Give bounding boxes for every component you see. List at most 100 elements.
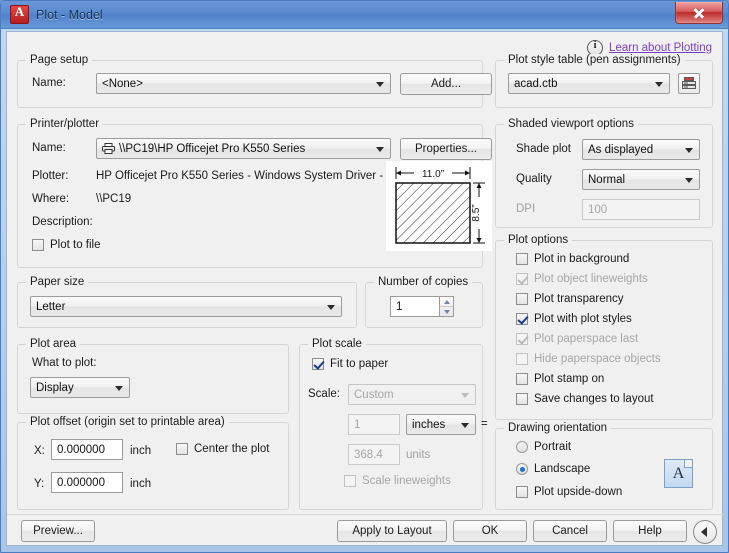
chevron-left-icon[interactable] xyxy=(693,520,717,544)
orientation-preview-icon: A xyxy=(664,459,693,488)
plot-transparency-label: Plot transparency xyxy=(534,293,624,305)
plot-in-background-checkbox[interactable]: Plot in background xyxy=(516,253,629,265)
window-title: Plot - Model xyxy=(36,7,103,22)
cancel-button[interactable]: Cancel xyxy=(533,520,607,542)
stepper-up[interactable] xyxy=(440,297,453,307)
checkbox-box xyxy=(312,358,324,370)
checkbox-box xyxy=(516,353,528,365)
scale-denominator-input[interactable]: 368.4 xyxy=(348,444,400,465)
learn-about-plotting-label: Learn about Plotting xyxy=(609,42,712,54)
scale-numerator-input[interactable]: 1 xyxy=(348,414,400,435)
page-setup-legend: Page setup xyxy=(26,54,93,66)
hide-paperspace-objects-label: Hide paperspace objects xyxy=(534,353,661,365)
scale-lineweights-checkbox[interactable]: Scale lineweights xyxy=(344,475,451,487)
ok-button[interactable]: OK xyxy=(453,520,527,542)
plot-scale-legend: Plot scale xyxy=(308,338,366,350)
page-setup-name-combo[interactable]: <None> xyxy=(96,73,391,94)
what-to-plot-value: Display xyxy=(36,381,74,394)
plot-object-lineweights-label: Plot object lineweights xyxy=(534,273,648,285)
plot-with-plot-styles-checkbox[interactable]: Plot with plot styles xyxy=(516,313,632,325)
where-label: Where: xyxy=(32,193,70,205)
plot-stamp-on-checkbox[interactable]: Plot stamp on xyxy=(516,373,604,385)
fit-to-paper-checkbox[interactable]: Fit to paper xyxy=(312,358,388,370)
drawing-orientation-group: Drawing orientation Portrait Landscape P… xyxy=(495,422,713,510)
offset-x-label: X: xyxy=(34,445,45,457)
printer-plotter-legend: Printer/plotter xyxy=(26,118,104,130)
orientation-preview-letter: A xyxy=(672,464,685,482)
plot-style-edit-icon[interactable] xyxy=(678,73,700,94)
scale-combo[interactable]: Custom xyxy=(348,384,476,405)
footer-divider xyxy=(7,514,724,515)
offset-x-unit: inch xyxy=(130,445,152,457)
paper-size-group: Paper size Letter xyxy=(17,276,357,328)
plot-to-file-checkbox[interactable]: Plot to file xyxy=(32,239,101,251)
plot-style-table-value: acad.ctb xyxy=(514,77,558,90)
chevron-down-icon xyxy=(376,146,384,152)
scale-unit-combo[interactable]: inches xyxy=(406,414,476,435)
landscape-radio[interactable]: Landscape xyxy=(516,463,590,475)
center-the-plot-checkbox[interactable]: Center the plot xyxy=(176,443,269,455)
offset-y-input[interactable]: 0.000000 xyxy=(51,472,123,493)
quality-combo[interactable]: Normal xyxy=(582,169,700,190)
copies-stepper[interactable] xyxy=(440,296,454,317)
plotter-value: HP Officejet Pro K550 Series - Windows S… xyxy=(96,170,396,182)
plot-upside-down-checkbox[interactable]: Plot upside-down xyxy=(516,486,622,498)
offset-x-input[interactable]: 0.000000 xyxy=(51,439,123,460)
fit-to-paper-label: Fit to paper xyxy=(330,358,389,370)
drawing-orientation-legend: Drawing orientation xyxy=(504,422,612,434)
shade-plot-value: As displayed xyxy=(588,143,654,156)
copies-legend: Number of copies xyxy=(374,276,473,288)
plot-style-table-group: Plot style table (pen assignments) acad.… xyxy=(495,54,713,108)
paper-preview: 11.0” 8.5” xyxy=(386,161,492,251)
checkbox-box xyxy=(516,313,528,325)
plot-object-lineweights-checkbox: Plot object lineweights xyxy=(516,273,648,285)
shaded-viewport-group: Shaded viewport options Shade plot As di… xyxy=(495,118,713,228)
scale-lineweights-label: Scale lineweights xyxy=(362,475,451,487)
dialog-client-area: Learn about Plotting Page setup Name: <N… xyxy=(6,31,724,546)
save-changes-to-layout-label: Save changes to layout xyxy=(534,393,654,405)
chevron-down-icon xyxy=(461,422,469,428)
what-to-plot-combo[interactable]: Display xyxy=(30,377,130,398)
scale-equals: = xyxy=(481,418,488,430)
apply-to-layout-button[interactable]: Apply to Layout xyxy=(337,520,447,542)
checkbox-box xyxy=(516,333,528,345)
plot-options-group: Plot options Plot in background Plot obj… xyxy=(495,234,713,420)
radio-dot xyxy=(516,463,528,475)
chevron-down-icon xyxy=(376,81,384,87)
shade-plot-combo[interactable]: As displayed xyxy=(582,139,700,160)
help-button[interactable]: Help xyxy=(613,520,687,542)
quality-label: Quality xyxy=(516,173,552,185)
printer-icon xyxy=(102,143,115,154)
plot-transparency-checkbox[interactable]: Plot transparency xyxy=(516,293,624,305)
portrait-radio[interactable]: Portrait xyxy=(516,441,571,453)
checkbox-box xyxy=(516,373,528,385)
printer-name-combo[interactable]: \\PC19\HP Officejet Pro K550 Series xyxy=(96,138,391,159)
save-changes-to-layout-checkbox[interactable]: Save changes to layout xyxy=(516,393,654,405)
portrait-label: Portrait xyxy=(534,441,572,453)
plot-in-background-label: Plot in background xyxy=(534,253,630,265)
number-of-copies-group: Number of copies 1 xyxy=(365,276,483,328)
close-icon[interactable] xyxy=(675,2,723,24)
paper-size-combo[interactable]: Letter xyxy=(30,296,342,317)
checkbox-box xyxy=(344,475,356,487)
preview-width-dim: 11.0” xyxy=(422,169,444,180)
preview-button[interactable]: Preview... xyxy=(21,520,95,542)
chevron-left-glyph xyxy=(701,527,707,537)
description-label: Description: xyxy=(32,216,93,228)
plot-style-table-combo[interactable]: acad.ctb xyxy=(508,73,670,94)
hide-paperspace-objects-checkbox: Hide paperspace objects xyxy=(516,353,661,365)
plot-paperspace-last-checkbox: Plot paperspace last xyxy=(516,333,638,345)
stepper-down[interactable] xyxy=(440,307,453,316)
autocad-icon xyxy=(10,4,29,24)
add-button[interactable]: Add... xyxy=(400,73,492,95)
plot-scale-group: Plot scale Fit to paper Scale: Custom 1 … xyxy=(299,338,488,510)
checkbox-box xyxy=(516,393,528,405)
chevron-down-icon xyxy=(327,304,335,310)
dpi-label: DPI xyxy=(516,203,536,215)
dpi-input[interactable]: 100 xyxy=(582,199,700,220)
properties-button[interactable]: Properties... xyxy=(400,138,492,160)
plot-offset-legend: Plot offset (origin set to printable are… xyxy=(26,416,229,428)
copies-input[interactable]: 1 xyxy=(390,296,440,317)
plot-paperspace-last-label: Plot paperspace last xyxy=(534,333,639,345)
checkbox-box xyxy=(516,253,528,265)
